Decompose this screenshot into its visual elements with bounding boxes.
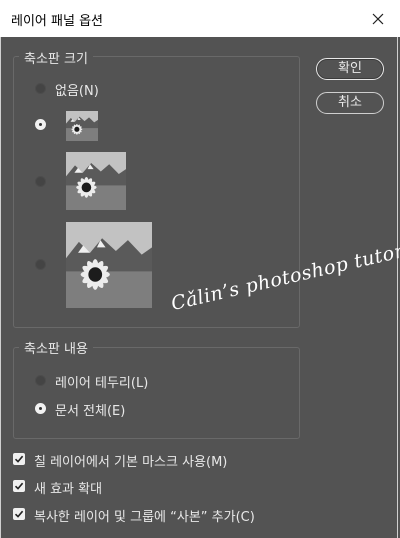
checkmark-icon — [14, 482, 24, 490]
thumbnail-content-group — [13, 347, 300, 439]
sunflower-thumbnail-icon — [66, 152, 126, 210]
cancel-button[interactable]: 취소 — [316, 92, 384, 114]
thumbnail-size-large-radio[interactable] — [35, 259, 46, 270]
thumbnail-small-image[interactable] — [66, 111, 98, 141]
default-masks-checkbox[interactable] — [13, 453, 25, 465]
thumbnail-size-small-radio[interactable] — [35, 119, 46, 130]
expand-new-effects-label[interactable]: 새 효과 확대 — [34, 478, 102, 497]
default-masks-label[interactable]: 칠 레이어에서 기본 마스크 사용(M) — [34, 451, 227, 470]
add-copy-label[interactable]: 복사한 레이어 및 그룹에 “사본” 추가(C) — [34, 506, 255, 525]
ok-button[interactable]: 확인 — [316, 58, 384, 80]
thumbnail-size-none-label[interactable]: 없음(N) — [55, 80, 99, 99]
entire-document-radio[interactable] — [35, 403, 46, 414]
thumbnail-medium-image[interactable] — [66, 152, 126, 210]
thumbnail-size-legend: 축소판 크기 — [19, 48, 93, 67]
title-bar: 레이어 패널 옵션 — [0, 0, 400, 37]
dialog-title: 레이어 패널 옵션 — [11, 14, 103, 29]
thumbnail-size-none-radio[interactable] — [35, 83, 46, 94]
layer-bounds-label[interactable]: 레이어 테두리(L) — [55, 372, 148, 391]
thumbnail-content-legend: 축소판 내용 — [19, 338, 93, 357]
close-icon — [372, 13, 384, 24]
close-button[interactable] — [356, 0, 400, 37]
sunflower-thumbnail-icon — [66, 222, 152, 308]
expand-new-effects-checkbox[interactable] — [13, 480, 25, 492]
add-copy-checkbox[interactable] — [13, 508, 25, 520]
thumbnail-size-medium-radio[interactable] — [35, 176, 46, 187]
sunflower-thumbnail-icon — [66, 111, 98, 141]
checkmark-icon — [14, 455, 24, 463]
entire-document-label[interactable]: 문서 전체(E) — [55, 400, 125, 419]
checkmark-icon — [14, 510, 24, 518]
layer-bounds-radio[interactable] — [35, 375, 46, 386]
thumbnail-large-image[interactable] — [66, 222, 152, 308]
